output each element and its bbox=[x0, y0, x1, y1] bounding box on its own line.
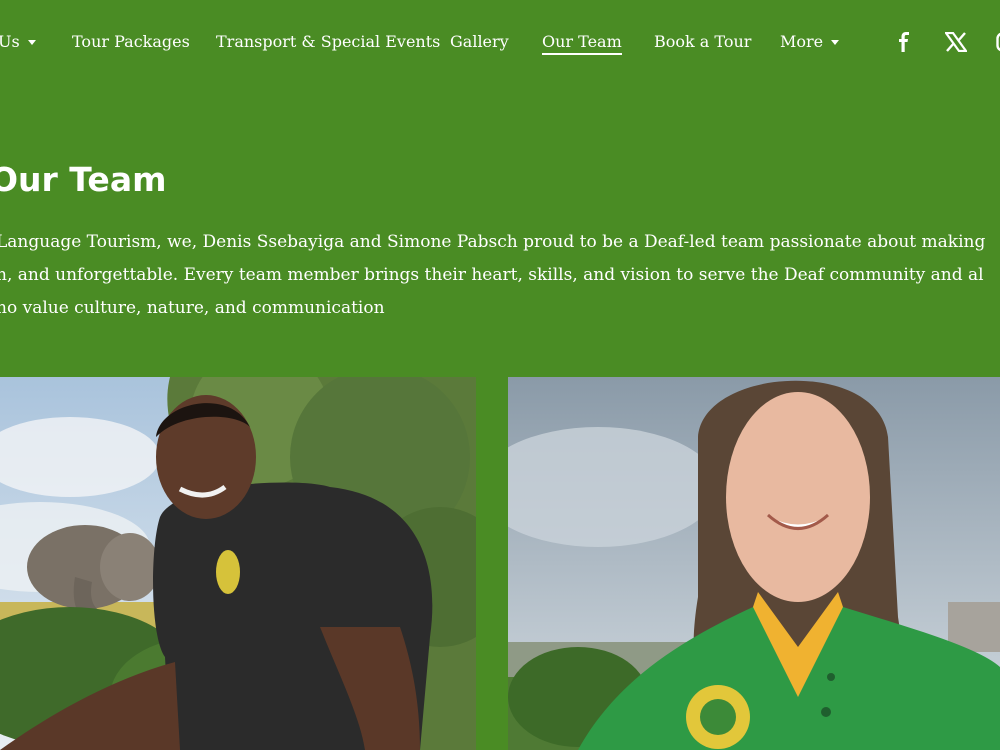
chevron-down-icon bbox=[27, 40, 36, 45]
facebook-icon[interactable] bbox=[896, 32, 912, 56]
nav-item-about-us[interactable]: Us bbox=[0, 32, 36, 51]
intro-line: Language Tourism, we, Denis Ssebayiga an… bbox=[0, 232, 986, 252]
page-title: Our Team bbox=[0, 160, 167, 199]
nav-item-tour-packages[interactable]: Tour Packages bbox=[72, 32, 190, 51]
top-navigation: Us Tour Packages Transport & Special Eve… bbox=[0, 0, 1000, 86]
team-member-photo-denis bbox=[0, 377, 476, 750]
nav-item-our-team[interactable]: Our Team bbox=[542, 32, 622, 55]
intro-paragraph: Language Tourism, we, Denis Ssebayiga an… bbox=[0, 226, 1000, 325]
nav-item-gallery[interactable]: Gallery bbox=[450, 32, 509, 51]
nav-item-more[interactable]: More bbox=[780, 32, 840, 51]
nav-item-book-a-tour[interactable]: Book a Tour bbox=[654, 32, 751, 51]
x-icon[interactable] bbox=[943, 31, 969, 56]
chevron-down-icon bbox=[831, 40, 840, 45]
intro-line: n, and unforgettable. Every team member … bbox=[0, 265, 984, 285]
intro-line: no value culture, nature, and communicat… bbox=[0, 298, 385, 318]
instagram-icon[interactable] bbox=[996, 32, 1000, 56]
nav-item-transport-special-events[interactable]: Transport & Special Events bbox=[216, 32, 440, 51]
team-member-photo-simone bbox=[508, 377, 1000, 750]
